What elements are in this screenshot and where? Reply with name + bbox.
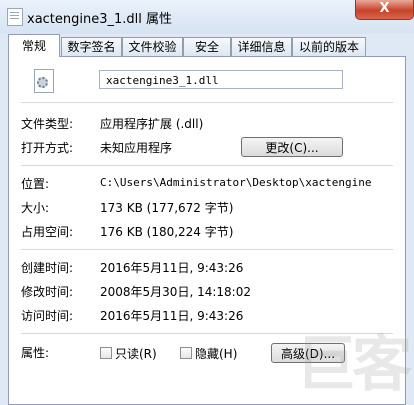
separator — [21, 333, 393, 334]
separator — [21, 249, 393, 250]
location-value: C:\Users\Administrator\Desktop\xactengin… — [100, 176, 372, 189]
window-title: xactengine3_1.dll 属性 — [27, 12, 173, 27]
file-type-label: 文件类型: — [21, 117, 74, 131]
tab-security[interactable]: 安全 — [183, 37, 231, 56]
change-button[interactable]: 更改(C)... — [241, 137, 343, 157]
advanced-button[interactable]: 高级(D)... — [271, 343, 345, 363]
hidden-label[interactable]: 隐藏(H) — [195, 345, 237, 362]
gear-icon — [37, 77, 48, 88]
modified-label: 修改时间: — [21, 285, 74, 299]
created-value: 2016年5月11日, 9:43:26 — [100, 261, 244, 275]
modified-value: 2008年5月30日, 14:18:02 — [100, 285, 251, 299]
tab-bar: 常规 数字签名 文件校验 安全 详细信息 以前的版本 — [8, 34, 406, 57]
open-with-label: 打开方式: — [21, 141, 74, 155]
tab-digital-signature[interactable]: 数字签名 — [61, 37, 122, 56]
created-label: 创建时间: — [21, 261, 74, 275]
hidden-checkbox[interactable] — [180, 347, 192, 359]
tab-file-checksum[interactable]: 文件校验 — [122, 37, 183, 56]
title-bar: xactengine3_1.dll 属性 X — [0, 0, 414, 34]
file-name-field[interactable]: xactengine3_1.dll — [99, 70, 343, 89]
accessed-value: 2016年5月11日, 9:43:26 — [100, 309, 244, 323]
tab-details[interactable]: 详细信息 — [231, 37, 292, 56]
open-with-value: 未知应用程序 — [100, 141, 173, 155]
attributes-label: 属性: — [21, 346, 50, 360]
location-label: 位置: — [21, 177, 50, 191]
size-on-disk-label: 占用空间: — [21, 225, 74, 239]
file-type-value: 应用程序扩展 (.dll) — [100, 117, 204, 131]
readonly-label[interactable]: 只读(R) — [115, 345, 157, 362]
general-panel: xactengine3_1.dll 文件类型: 应用程序扩展 (.dll) 打开… — [8, 56, 406, 405]
readonly-checkbox[interactable] — [100, 347, 112, 359]
separator — [21, 165, 393, 166]
size-value: 173 KB (177,672 字节) — [100, 201, 234, 215]
tab-general[interactable]: 常规 — [8, 34, 60, 57]
tab-previous-versions[interactable]: 以前的版本 — [292, 37, 366, 56]
file-icon — [7, 8, 23, 26]
accessed-label: 访问时间: — [21, 309, 74, 323]
size-on-disk-value: 176 KB (180,224 字节) — [100, 225, 234, 239]
close-button[interactable]: X — [355, 0, 414, 20]
size-label: 大小: — [21, 201, 50, 215]
separator — [21, 102, 393, 103]
dll-file-icon — [34, 69, 54, 93]
